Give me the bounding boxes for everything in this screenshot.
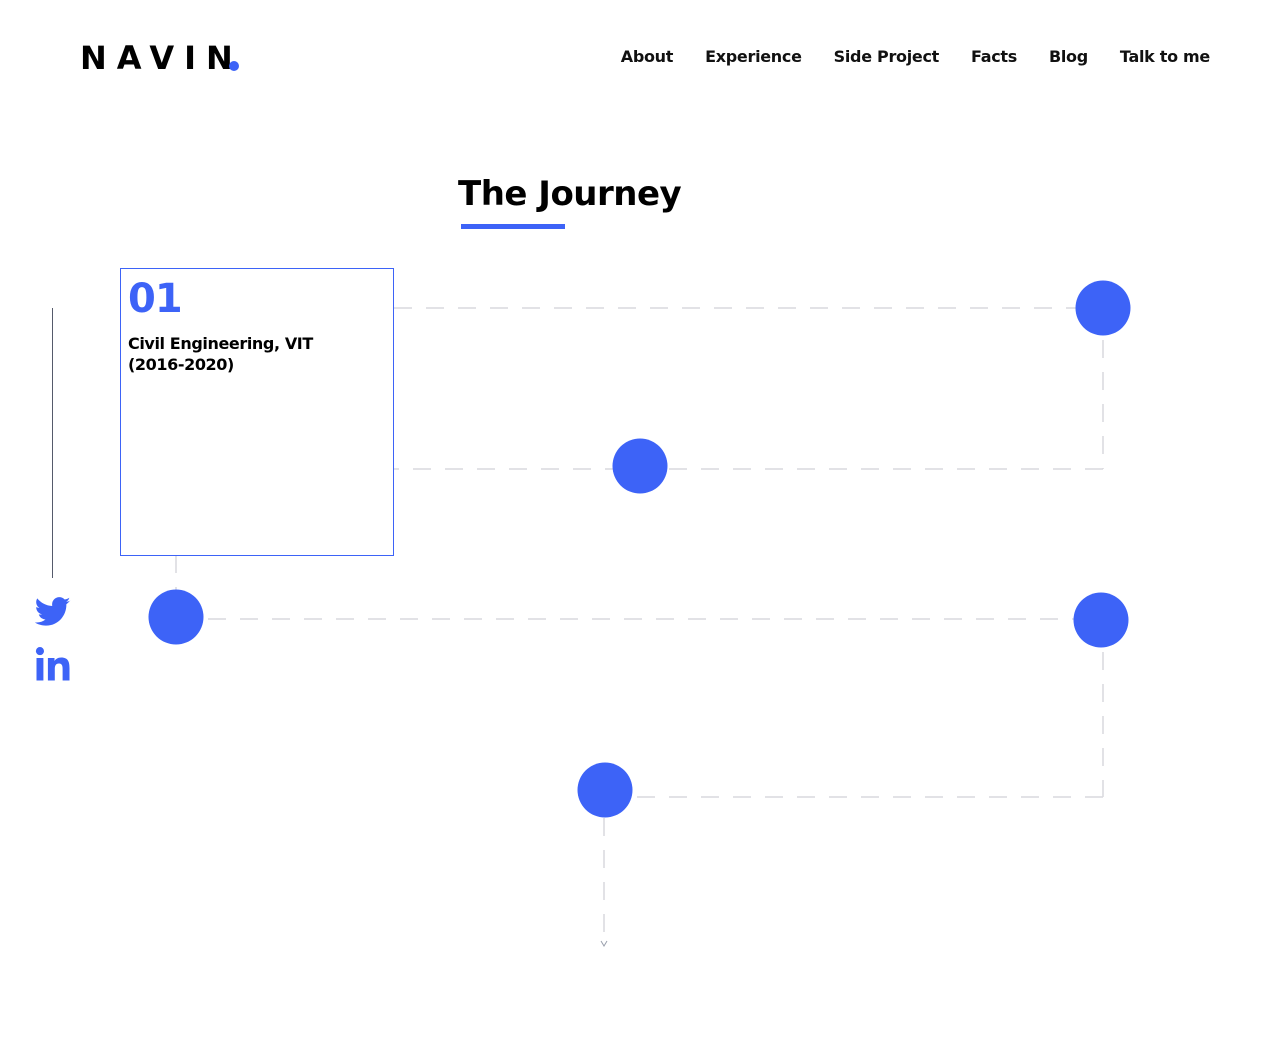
timeline-node-4[interactable] <box>148 589 204 645</box>
twitter-icon[interactable] <box>35 596 71 628</box>
timeline-node-3[interactable] <box>612 438 668 494</box>
social-divider <box>52 308 53 578</box>
card-number: 01 <box>128 276 183 322</box>
timeline-node-5[interactable] <box>1073 592 1129 648</box>
timeline-node-2[interactable] <box>1075 280 1131 336</box>
page: NAVIN About Experience Side Project Fact… <box>0 0 1280 1062</box>
timeline-node-6[interactable] <box>577 762 633 818</box>
card-years: (2016-2020) <box>128 355 234 374</box>
card-title: Civil Engineering, VIT <box>128 334 313 353</box>
linkedin-icon[interactable] <box>35 646 71 682</box>
card-description: Civil Engineering, VIT (2016-2020) <box>128 333 378 375</box>
timeline-arrow-icon <box>600 940 608 947</box>
journey-card[interactable]: 01 Civil Engineering, VIT (2016-2020) <box>120 268 394 556</box>
